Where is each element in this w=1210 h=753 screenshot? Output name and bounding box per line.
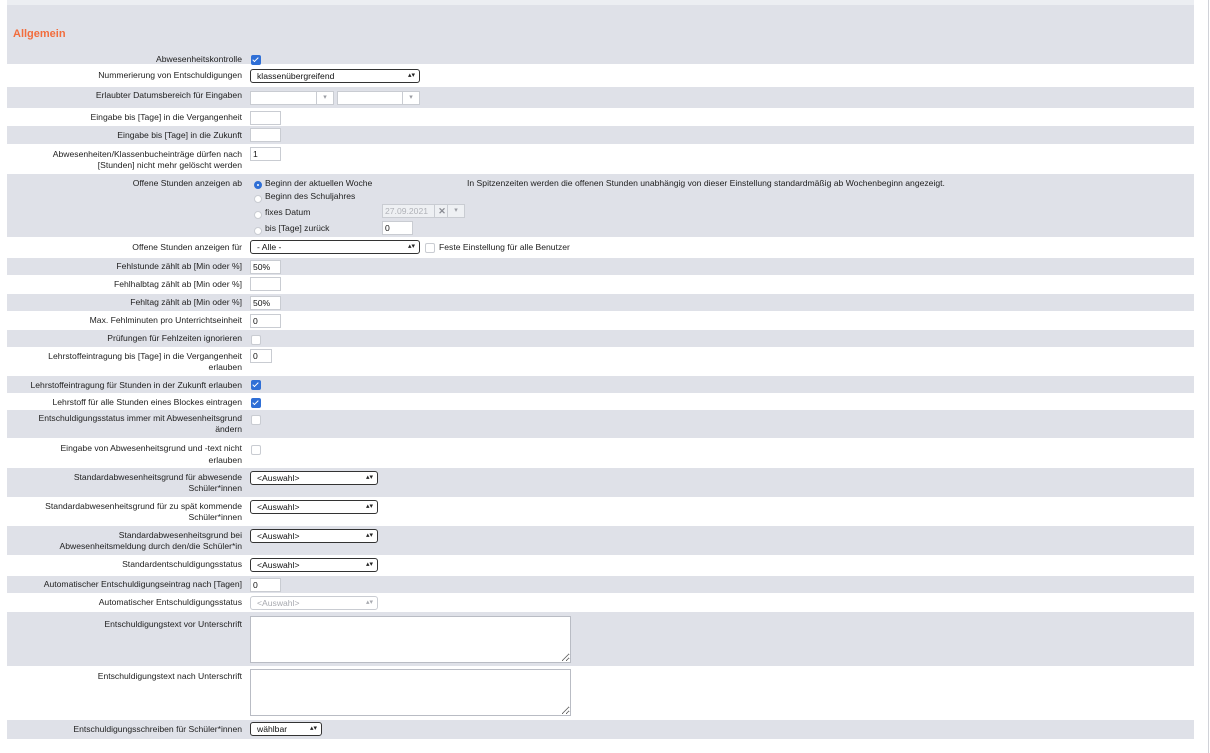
dropdown-arrow-icon[interactable]: ▾ [402, 92, 419, 104]
label-zukunft: Eingabe bis [Tage] in die Zukunft [117, 130, 242, 140]
updown-arrow-icon: ▴▾ [407, 243, 415, 250]
updown-arrow-icon: ▴▾ [365, 599, 373, 606]
select-std-abwesend[interactable]: <Auswahl> ▴▾ [250, 471, 378, 485]
select-auto-status-value: <Auswahl> [257, 598, 300, 608]
label-text-vor: Entschuldigungstext vor Unterschrift [104, 619, 242, 629]
updown-arrow-icon: ▴▾ [309, 725, 317, 732]
radio-woche[interactable] [254, 181, 262, 189]
select-auto-status[interactable]: <Auswahl> ▴▾ [250, 596, 378, 610]
label-auto-eintrag: Automatischer Entschuldigungseintrag nac… [43, 579, 242, 589]
updown-arrow-icon: ▴▾ [365, 474, 373, 481]
input-fehltag[interactable]: 50% [250, 296, 281, 310]
label-lehrstoff-verg-line2: erlauben [208, 362, 242, 372]
select-std-entsch-status[interactable]: <Auswahl> ▴▾ [250, 558, 378, 572]
right-edge-divider [1208, 0, 1209, 753]
select-std-meldung[interactable]: <Auswahl> ▴▾ [250, 529, 378, 543]
updown-arrow-icon: ▴▾ [365, 503, 373, 510]
input-lehrstoff-verg[interactable]: 0 [250, 349, 272, 363]
label-fehlstunde: Fehlstunde zählt ab [Min oder %] [116, 261, 242, 271]
select-offene-fuer[interactable]: - Alle - ▴▾ [250, 240, 420, 254]
checkbox-pruefungen[interactable] [251, 335, 261, 345]
label-entsch-status-line2: ändern [215, 424, 242, 434]
label-std-abwesend-line2: Schüler*innen [188, 483, 242, 493]
section-title: Allgemein [13, 28, 66, 40]
dropdown-arrow-icon[interactable]: ▾ [316, 92, 333, 104]
label-std-meldung-line2: Abwesenheitsmeldung durch den/die Schüle… [59, 541, 243, 551]
label-geloescht-line2: [Stunden] nicht mehr gelöscht werden [97, 160, 242, 170]
input-vergangenheit[interactable] [250, 111, 281, 125]
label-std-spaet-line1: Standardabwesenheitsgrund für zu spät ko… [45, 501, 242, 511]
label-fehlhalbtag: Fehlhalbtag zählt ab [Min oder %] [113, 279, 242, 289]
label-feste-einstellung: Feste Einstellung für alle Benutzer [439, 242, 570, 252]
input-fehlstunde[interactable]: 50% [250, 260, 281, 274]
date-from-combo[interactable]: ▾ [250, 91, 334, 105]
checkbox-eingabe-grund[interactable] [251, 445, 261, 455]
checkbox-abwesenheitskontrolle[interactable] [251, 55, 261, 65]
input-zukunft[interactable] [250, 128, 281, 142]
select-nummerierung[interactable]: klassenübergreifend ▴▾ [250, 69, 420, 83]
label-lehrstoff-block: Lehrstoff für alle Stunden eines Blockes… [52, 397, 242, 407]
label-offene-fuer: Offene Stunden anzeigen für [132, 242, 242, 252]
radio-bis-tage-label: bis [Tage] zurück [265, 223, 330, 233]
date-to-combo[interactable]: ▾ [337, 91, 420, 105]
label-std-abwesend-line1: Standardabwesenheitsgrund für abwesende [73, 472, 242, 482]
label-auto-status: Automatischer Entschuldigungsstatus [98, 597, 242, 607]
input-bis-tage[interactable]: 0 [382, 221, 413, 235]
radio-bis-tage[interactable] [254, 227, 262, 235]
radio-fixes-datum-label: fixes Datum [265, 207, 311, 217]
select-std-spaet-value: <Auswahl> [257, 502, 300, 512]
input-fehlhalbtag[interactable] [250, 277, 281, 291]
label-schreiben: Entschuldigungsschreiben für Schüler*inn… [73, 724, 242, 734]
fixes-datum-field[interactable]: 27.09.2021 ✕ ▾ [382, 204, 465, 218]
textarea-text-vor[interactable] [250, 616, 571, 663]
dropdown-arrow-icon[interactable]: ▾ [447, 205, 464, 217]
label-lehrstoff-verg-line1: Lehrstoffeintragung bis [Tage] in die Ve… [48, 351, 242, 361]
radio-fixes-datum[interactable] [254, 211, 262, 219]
fixes-datum-value: 27.09.2021 [385, 206, 429, 216]
select-std-abwesend-value: <Auswahl> [257, 473, 300, 483]
input-max-fehlminuten[interactable]: 0 [250, 314, 281, 328]
label-datumsbereich: Erlaubter Datumsbereich für Eingaben [95, 90, 242, 100]
updown-arrow-icon: ▴▾ [365, 561, 373, 568]
label-std-entsch-status: Standardentschuldigungsstatus [122, 559, 242, 569]
select-schreiben-value: wählbar [257, 724, 288, 734]
select-std-meldung-value: <Auswahl> [257, 531, 300, 541]
checkbox-lehrstoff-zukunft[interactable] [251, 380, 261, 390]
select-nummerierung-value: klassenübergreifend [257, 71, 335, 81]
label-lehrstoff-zukunft: Lehrstoffeintragung für Stunden in der Z… [30, 380, 243, 390]
updown-arrow-icon: ▴▾ [407, 72, 415, 79]
label-nummerierung: Nummerierung von Entschuldigungen [98, 70, 242, 80]
label-eingabe-grund-line1: Eingabe von Abwesenheitsgrund und -text … [60, 443, 242, 453]
hint-spitzenzeiten: In Spitzenzeiten werden die offenen Stun… [467, 178, 945, 188]
checkbox-feste-einstellung[interactable] [425, 243, 435, 253]
label-entsch-status-line1: Entschuldigungsstatus immer mit Abwesenh… [38, 413, 243, 423]
label-std-meldung-line1: Standardabwesenheitsgrund bei [118, 530, 242, 540]
label-geloescht-line1: Abwesenheiten/Klassenbucheinträge dürfen… [52, 149, 242, 159]
select-offene-fuer-value: - Alle - [257, 242, 282, 252]
label-vergangenheit: Eingabe bis [Tage] in die Vergangenheit [90, 112, 242, 122]
label-offene-ab: Offene Stunden anzeigen ab [132, 178, 242, 188]
label-pruefungen: Prüfungen für Fehlzeiten ignorieren [107, 333, 242, 343]
select-std-entsch-status-value: <Auswahl> [257, 560, 300, 570]
label-abwesenheitskontrolle: Abwesenheitskontrolle [156, 54, 242, 64]
label-std-spaet-line2: Schüler*innen [188, 512, 242, 522]
label-max-fehlminuten: Max. Fehlminuten pro Unterrichtseinheit [89, 315, 242, 325]
checkbox-entsch-status[interactable] [251, 415, 261, 425]
input-auto-eintrag[interactable]: 0 [250, 578, 281, 592]
radio-schuljahr-label: Beginn des Schuljahres [265, 191, 356, 201]
label-text-nach: Entschuldigungstext nach Unterschrift [97, 671, 242, 681]
checkbox-lehrstoff-block[interactable] [251, 398, 261, 408]
textarea-text-nach[interactable] [250, 669, 571, 716]
label-eingabe-grund-line2: erlauben [208, 455, 242, 465]
select-std-spaet[interactable]: <Auswahl> ▴▾ [250, 500, 378, 514]
select-schreiben[interactable]: wählbar ▴▾ [250, 722, 322, 736]
updown-arrow-icon: ▴▾ [365, 532, 373, 539]
radio-schuljahr[interactable] [254, 195, 262, 203]
label-fehltag: Fehltag zählt ab [Min oder %] [130, 297, 242, 307]
input-geloescht[interactable]: 1 [250, 147, 281, 161]
radio-woche-label: Beginn der aktuellen Woche [265, 178, 373, 188]
